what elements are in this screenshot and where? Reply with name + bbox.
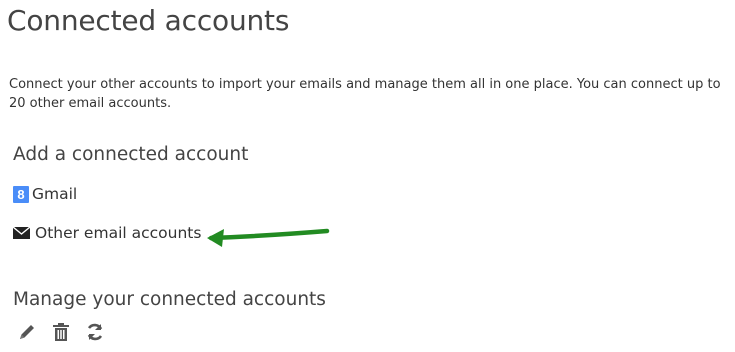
delete-button[interactable] — [50, 321, 72, 343]
gmail-icon: 8 — [13, 185, 29, 203]
refresh-button[interactable] — [84, 321, 106, 343]
edit-icon — [20, 325, 34, 339]
trash-icon — [53, 323, 69, 341]
page-title: Connected accounts — [7, 4, 290, 37]
envelope-icon — [13, 227, 30, 239]
intro-description: Connect your other accounts to import yo… — [9, 77, 721, 111]
edit-button[interactable] — [16, 321, 38, 343]
other-email-accounts-link[interactable]: Other email accounts — [13, 224, 201, 242]
manage-toolbar — [16, 321, 106, 343]
annotation-arrow — [207, 228, 330, 247]
refresh-icon — [87, 323, 103, 341]
other-email-accounts-label: Other email accounts — [35, 224, 202, 242]
add-account-heading: Add a connected account — [13, 144, 249, 165]
gmail-link[interactable]: 8 Gmail — [13, 185, 77, 203]
manage-accounts-heading: Manage your connected accounts — [13, 289, 326, 310]
gmail-label: Gmail — [32, 185, 78, 203]
